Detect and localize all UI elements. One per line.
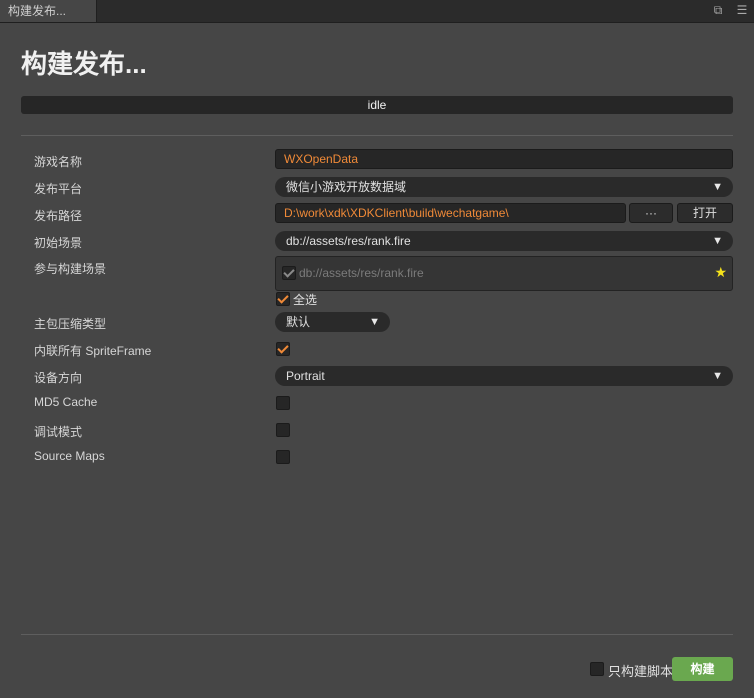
orientation-value: Portrait <box>286 369 325 383</box>
inline-spriteframe-checkbox[interactable] <box>276 342 290 356</box>
tab-bar: 构建发布... ⧉ ☰ <box>0 0 754 23</box>
tab-build[interactable]: 构建发布... <box>0 0 97 22</box>
start-scene-label: 初始场景 <box>34 236 83 250</box>
star-icon: ★ <box>714 264 727 280</box>
build-progress-bar: idle <box>21 96 733 114</box>
chevron-down-icon: ▼ <box>712 181 723 193</box>
md5-cache-label: MD5 Cache <box>34 395 98 409</box>
select-all-label[interactable]: 全选 <box>293 291 317 308</box>
chevron-down-icon: ▼ <box>369 316 380 328</box>
inline-spriteframe-label: 内联所有 SpriteFrame <box>34 344 152 358</box>
platform-value: 微信小游戏开放数据域 <box>286 180 407 194</box>
select-all-checkbox[interactable] <box>276 292 290 306</box>
included-scenes-label: 参与构建场景 <box>34 262 107 276</box>
orientation-select[interactable]: Portrait ▼ <box>275 366 733 386</box>
start-scene-value: db://assets/res/rank.fire <box>286 234 411 248</box>
popout-icon[interactable]: ⧉ <box>711 3 725 17</box>
build-path-label: 发布路径 <box>34 209 83 223</box>
page-title: 构建发布... <box>21 49 147 79</box>
compression-select[interactable]: 默认 ▼ <box>275 312 390 332</box>
debug-mode-label: 调试模式 <box>34 425 83 439</box>
scripts-only-checkbox[interactable] <box>590 662 604 676</box>
menu-icon[interactable]: ☰ <box>735 3 749 17</box>
open-button[interactable]: 打开 <box>677 203 733 223</box>
browse-button[interactable]: ··· <box>629 203 673 223</box>
scripts-only-label[interactable]: 只构建脚本 <box>608 661 673 680</box>
start-scene-select[interactable]: db://assets/res/rank.fire ▼ <box>275 231 733 251</box>
platform-select[interactable]: 微信小游戏开放数据域 ▼ <box>275 177 733 197</box>
chevron-down-icon: ▼ <box>712 370 723 382</box>
source-maps-checkbox[interactable] <box>276 450 290 464</box>
source-maps-label: Source Maps <box>34 449 105 463</box>
compression-value: 默认 <box>286 315 311 329</box>
compression-label: 主包压缩类型 <box>34 317 107 331</box>
scene-list: db://assets/res/rank.fire ★ <box>275 256 733 291</box>
build-button[interactable]: 构建 <box>672 657 733 681</box>
scene-item: db://assets/res/rank.fire <box>299 266 424 280</box>
game-name-label: 游戏名称 <box>34 155 83 169</box>
debug-mode-checkbox[interactable] <box>276 423 290 437</box>
md5-cache-checkbox[interactable] <box>276 396 290 410</box>
footer-divider <box>21 634 733 635</box>
divider <box>21 135 733 136</box>
platform-label: 发布平台 <box>34 182 83 196</box>
build-path-input[interactable]: D:\work\xdk\XDKClient\build\wechatgame\ <box>275 203 626 223</box>
chevron-down-icon: ▼ <box>712 235 723 247</box>
orientation-label: 设备方向 <box>34 371 83 385</box>
scene-checkbox <box>282 266 296 280</box>
game-name-input[interactable]: WXOpenData <box>275 149 733 169</box>
